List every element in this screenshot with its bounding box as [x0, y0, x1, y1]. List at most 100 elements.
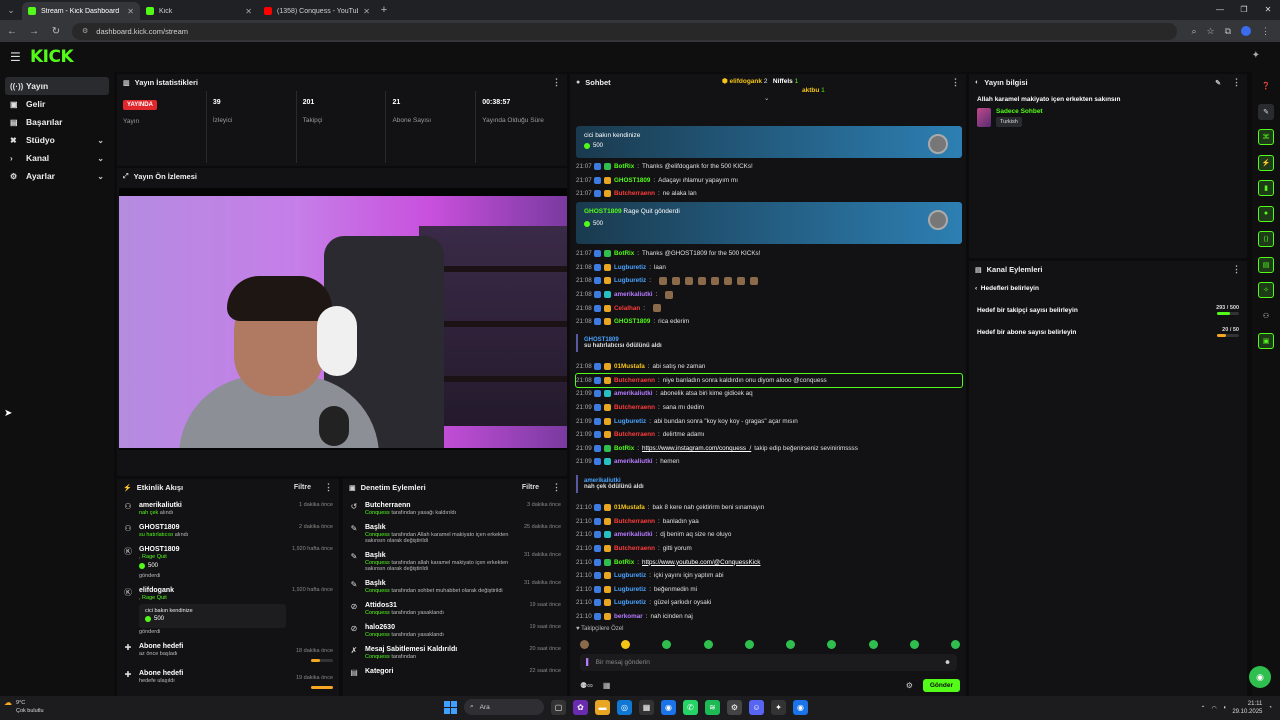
- emote-icon[interactable]: [580, 640, 589, 649]
- chat-username[interactable]: Lugburetiz: [614, 586, 646, 593]
- minimize-icon[interactable]: —: [1208, 0, 1232, 20]
- chat-username[interactable]: BotRix: [614, 163, 634, 170]
- browser-tab-kick[interactable]: Kick ✕: [140, 2, 258, 20]
- browser-tab-kick-dashboard[interactable]: Stream - Kick Dashboard ✕: [22, 2, 140, 20]
- top-gifter-name[interactable]: elifdogank: [730, 78, 763, 85]
- wrench-icon[interactable]: ✧: [1258, 282, 1274, 298]
- back-icon[interactable]: ←: [6, 26, 18, 37]
- notification-bell-icon[interactable]: ◔: [1268, 705, 1272, 711]
- volume-icon[interactable]: ◖: [1223, 705, 1227, 711]
- more-options-icon[interactable]: ⋮: [1232, 77, 1241, 88]
- app-icon[interactable]: ✦: [771, 699, 786, 715]
- kick-logo[interactable]: KICK: [30, 47, 74, 67]
- more-options-icon[interactable]: ⋮: [552, 482, 561, 493]
- url-input[interactable]: ⚙ dashboard.kick.com/stream: [72, 22, 1178, 40]
- bookmark-star-icon[interactable]: ☆: [1206, 26, 1214, 37]
- activity-name[interactable]: amerikaliutki: [139, 502, 293, 509]
- profile-avatar[interactable]: [1241, 25, 1251, 36]
- chat-username[interactable]: amerikaliutki: [614, 390, 653, 397]
- chrome-icon[interactable]: ◉: [661, 699, 676, 715]
- emoji-picker-icon[interactable]: ☻: [944, 659, 951, 666]
- chat-username[interactable]: Celalhan: [614, 305, 640, 312]
- store-icon[interactable]: ▦: [639, 699, 654, 715]
- site-info-icon[interactable]: ⚙: [82, 27, 88, 35]
- whatsapp-icon[interactable]: ✆: [683, 699, 698, 715]
- moderation-name[interactable]: Mesaj Sabitlemesi Kaldırıldı: [365, 646, 524, 653]
- chat-username[interactable]: GHOST1809: [614, 318, 650, 325]
- forward-icon[interactable]: →: [28, 26, 40, 37]
- task-view-icon[interactable]: ▢: [551, 699, 566, 715]
- moderation-name[interactable]: Kategori: [365, 668, 524, 675]
- chat-text[interactable]: https://www.youtube.com/@ConquessKick: [642, 559, 760, 566]
- filter-button[interactable]: Filtre: [294, 484, 311, 491]
- weather-widget[interactable]: ☁ 9°C Çok bulutlu: [4, 699, 44, 715]
- chat-username[interactable]: amerikaliutki: [614, 291, 653, 298]
- chat-username[interactable]: Butcherraenn: [614, 377, 655, 384]
- chat-username[interactable]: Butcherraenn: [614, 190, 655, 197]
- moderation-name[interactable]: Butcherraenn: [365, 502, 521, 509]
- filter-button[interactable]: Filtre: [522, 484, 539, 491]
- moderation-name[interactable]: halo2630: [365, 624, 524, 631]
- chat-username[interactable]: BotRix: [614, 559, 634, 566]
- chat-username[interactable]: Lugburetiz: [614, 599, 646, 606]
- sidebar-item-studyo[interactable]: ✖ Stüdyo ⌄: [5, 131, 109, 149]
- top-gifter-name[interactable]: aktbu: [802, 87, 819, 94]
- activity-name[interactable]: elifdogank: [139, 587, 286, 594]
- close-icon[interactable]: ✕: [245, 7, 252, 16]
- discord-icon[interactable]: ☺: [749, 699, 764, 715]
- hamburger-menu-icon[interactable]: ☰: [10, 50, 24, 64]
- sidebar-item-yayin[interactable]: ((·)) Yayın: [5, 77, 109, 95]
- taskbar-search[interactable]: ⌕ Ara: [464, 699, 544, 715]
- chat-username[interactable]: Butcherraenn: [614, 518, 655, 525]
- chat-username[interactable]: Butcherraenn: [614, 404, 655, 411]
- video-player[interactable]: [119, 188, 567, 450]
- back-link[interactable]: ‹ Hedefleri belirleyin: [969, 278, 1247, 299]
- chat-username[interactable]: amerikaliutki: [614, 458, 653, 465]
- chat-username[interactable]: Butcherraenn: [614, 545, 655, 552]
- more-options-icon[interactable]: ⋮: [324, 482, 333, 493]
- chat-username[interactable]: Lugburetiz: [614, 277, 646, 284]
- chat-username[interactable]: BotRix: [614, 445, 634, 452]
- more-options-icon[interactable]: ⋮: [951, 77, 960, 88]
- copilot-icon[interactable]: ✿: [573, 699, 588, 715]
- chrome-profile-icon[interactable]: ◉: [793, 699, 808, 715]
- top-gifter-name[interactable]: Niffels: [773, 78, 793, 85]
- file-explorer-icon[interactable]: ▬: [595, 699, 610, 715]
- chat-icon[interactable]: ●: [1258, 205, 1274, 222]
- moderation-name[interactable]: Başlık: [365, 524, 518, 531]
- app-icon[interactable]: ▣: [1258, 333, 1274, 349]
- chat-text[interactable]: https://www.instagram.com/conquess_/: [642, 445, 751, 452]
- browser-menu-icon[interactable]: ⋮: [1261, 26, 1270, 37]
- emote-icon[interactable]: [662, 640, 672, 649]
- lightning-icon[interactable]: ⚡: [1258, 154, 1274, 171]
- chat-username[interactable]: Lugburetiz: [614, 572, 646, 579]
- clock[interactable]: 21:11 29.10.2025: [1232, 700, 1262, 716]
- pinned-user[interactable]: GHOST1809: [584, 208, 622, 215]
- new-tab-button[interactable]: +: [376, 4, 392, 16]
- emote-icon[interactable]: [786, 640, 796, 649]
- windows-start-icon[interactable]: [444, 700, 457, 714]
- emote-icon[interactable]: [703, 640, 713, 649]
- notification-icon[interactable]: ✦: [1252, 50, 1260, 61]
- emote-icon[interactable]: [950, 640, 960, 649]
- chat-username[interactable]: 01Mustafa: [614, 504, 645, 511]
- close-icon[interactable]: ✕: [363, 7, 370, 16]
- activity-name[interactable]: GHOST1809: [139, 524, 293, 531]
- chat-username[interactable]: Lugburetiz: [614, 418, 646, 425]
- more-options-icon[interactable]: ⋮: [1232, 264, 1241, 275]
- tab-search-icon[interactable]: ⌄: [0, 0, 22, 20]
- support-chat-icon[interactable]: ◉: [1249, 666, 1271, 688]
- sidebar-item-ayarlar[interactable]: ⚙ Ayarlar ⌄: [5, 167, 109, 185]
- emote-icon[interactable]: [868, 640, 878, 649]
- server-icon[interactable]: ▤: [1258, 256, 1274, 273]
- chat-username[interactable]: berkomar: [614, 613, 643, 620]
- moderation-name[interactable]: Başlık: [365, 580, 518, 587]
- subscriber-goal[interactable]: Hedef bir abone sayısı belirleyin 20 / 5…: [969, 321, 1247, 343]
- chat-username[interactable]: GHOST1809: [614, 177, 650, 184]
- send-button[interactable]: Gönder: [922, 678, 960, 692]
- zoom-icon[interactable]: ⌕: [1191, 26, 1196, 37]
- sidebar-item-basarilar[interactable]: ▤ Başarılar: [5, 113, 109, 131]
- chat-username[interactable]: Lugburetiz: [614, 264, 646, 271]
- settings-icon[interactable]: ⚙: [727, 699, 742, 715]
- browser-tab-youtube[interactable]: (1358) Conquess - YouTube ✕: [258, 2, 376, 20]
